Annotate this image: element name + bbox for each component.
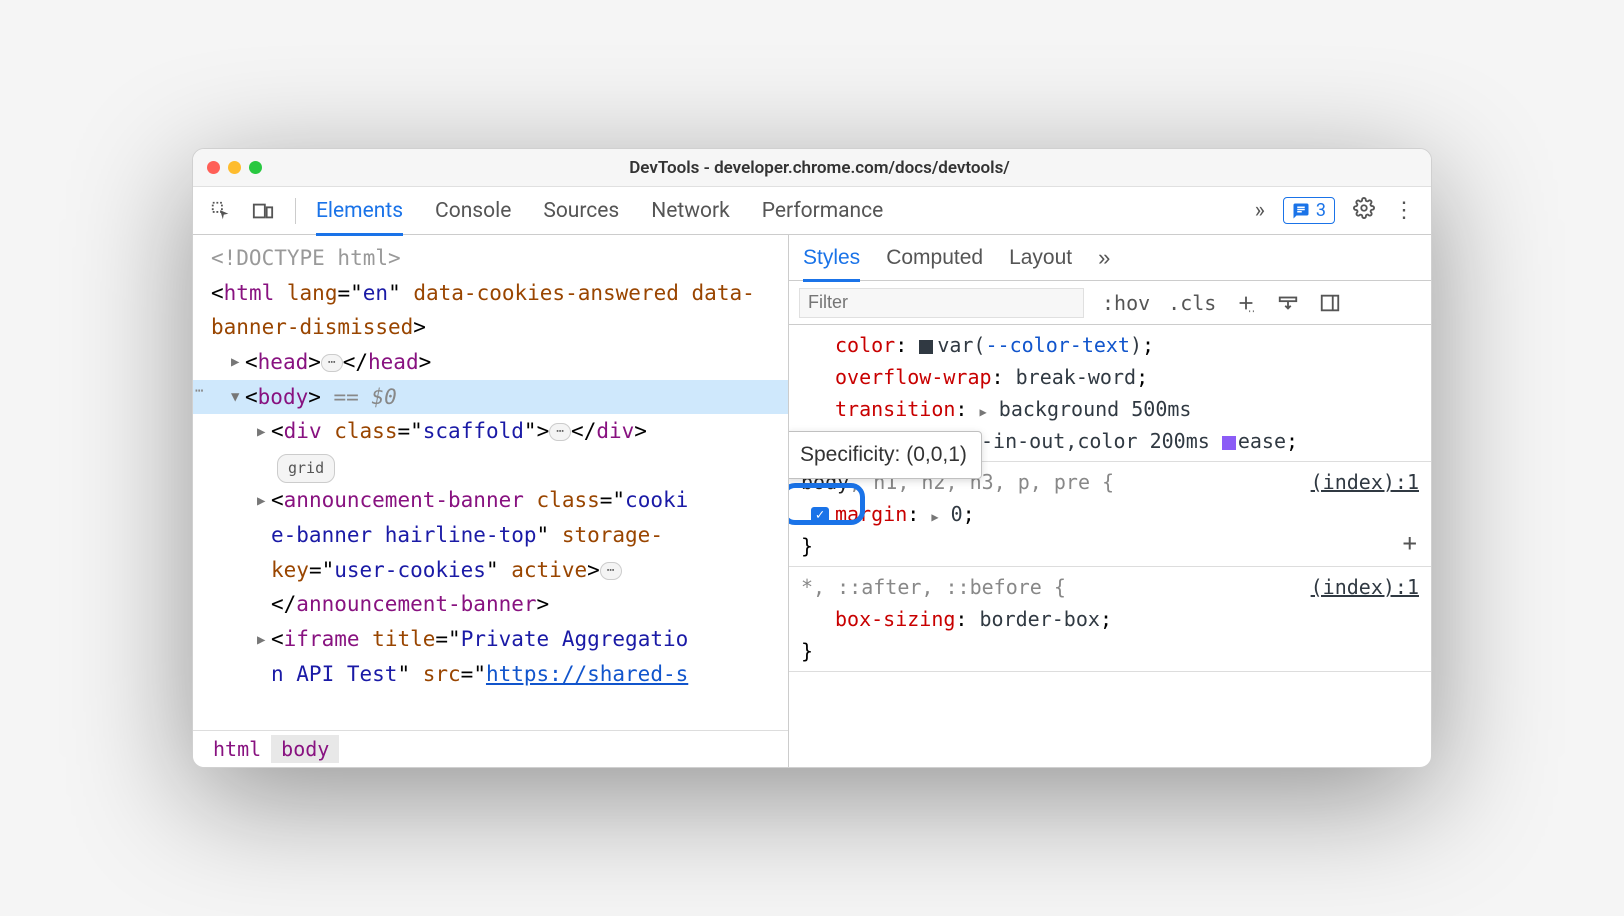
main-toolbar: Elements Console Sources Network Perform… [193,187,1431,235]
easing-swatch-icon[interactable] [1222,436,1236,450]
toggle-sidebar-icon[interactable] [1318,291,1342,315]
collapsed-icon[interactable]: ⋯ [600,562,622,580]
hov-button[interactable]: :hov [1102,291,1150,315]
close-brace: } [801,530,1419,562]
close-window-button[interactable] [207,161,220,174]
source-link[interactable]: (index):1 [1311,466,1419,498]
styles-toolbar: :hov .cls [789,281,1431,325]
styles-panel: Styles Computed Layout » :hov .cls color… [789,235,1431,767]
html-element[interactable]: <html lang="en" data-cookies-answered da… [193,276,788,345]
more-subtabs-icon[interactable]: » [1098,245,1110,271]
color-swatch[interactable] [919,340,933,354]
css-property[interactable]: box-sizing: border-box; [801,603,1419,635]
issues-count: 3 [1316,200,1326,221]
window-title: DevTools - developer.chrome.com/docs/dev… [262,158,1377,178]
property-checkbox[interactable]: ✓ [811,507,829,525]
source-link[interactable]: (index):1 [1311,571,1419,603]
toolbar-divider [295,198,296,224]
grid-badge[interactable]: grid [277,454,335,483]
zoom-window-button[interactable] [249,161,262,174]
css-property[interactable]: color: var(--color-text); [801,329,1419,361]
kebab-menu-icon[interactable]: ⋮ [1393,198,1415,223]
devtools-window: DevTools - developer.chrome.com/docs/dev… [192,148,1432,768]
doctype: <!DOCTYPE html> [211,246,401,270]
right-tabs: Styles Computed Layout » [789,235,1431,281]
tab-elements[interactable]: Elements [316,189,403,236]
specificity-tooltip: Specificity: (0,0,1) [789,431,982,479]
minimize-window-button[interactable] [228,161,241,174]
css-property[interactable]: transition: ▶ background 500ms [801,393,1419,425]
device-mode-icon[interactable] [251,199,275,223]
body-element[interactable]: ▼<body> == $0 [193,380,788,415]
titlebar: DevTools - developer.chrome.com/docs/dev… [193,149,1431,187]
add-property-icon[interactable]: + [1403,524,1417,562]
filter-input[interactable] [799,288,1084,318]
style-rule[interactable]: (index):1 *, ::after, ::before { box-siz… [789,567,1431,672]
traffic-lights [207,161,262,174]
cls-button[interactable]: .cls [1168,291,1216,315]
head-element[interactable]: ▶<head>⋯</head> [193,345,788,380]
tab-network[interactable]: Network [651,189,730,236]
inspect-element-icon[interactable] [209,199,233,223]
breadcrumb-html[interactable]: html [203,735,271,763]
tab-console[interactable]: Console [435,189,511,236]
collapsed-icon[interactable]: ⋯ [321,354,343,372]
tab-sources[interactable]: Sources [543,189,619,236]
iframe-element[interactable]: ▶<iframe title="Private Aggregatio [193,622,788,657]
tab-layout[interactable]: Layout [1009,237,1072,282]
breadcrumb: html body [193,730,788,767]
tab-styles[interactable]: Styles [803,237,860,282]
more-tabs-icon[interactable]: » [1255,198,1265,223]
dom-tree[interactable]: <!DOCTYPE html> <html lang="en" data-coo… [193,235,788,730]
css-property[interactable]: overflow-wrap: break-word; [801,361,1419,393]
tab-performance[interactable]: Performance [762,189,883,236]
issues-badge[interactable]: 3 [1283,197,1335,224]
collapsed-icon[interactable]: ⋯ [549,423,571,441]
div-scaffold-element[interactable]: ▶<div class="scaffold">⋯</div> [193,414,788,449]
elements-panel: <!DOCTYPE html> <html lang="en" data-coo… [193,235,789,767]
format-icon[interactable] [1276,291,1300,315]
announcement-banner-element[interactable]: ▶<announcement-banner class="cooki [193,483,788,518]
close-brace: } [801,635,1419,667]
css-property[interactable]: ✓margin: ▶ 0; [801,498,1419,530]
tab-computed[interactable]: Computed [886,237,983,282]
new-style-rule-icon[interactable] [1234,291,1258,315]
main-tabs: Elements Console Sources Network Perform… [316,187,883,234]
breadcrumb-body[interactable]: body [271,735,339,763]
iframe-src-link[interactable]: https://shared-s [486,662,688,686]
styles-rules: color: var(--color-text); overflow-wrap:… [789,325,1431,767]
settings-icon[interactable] [1353,197,1375,225]
